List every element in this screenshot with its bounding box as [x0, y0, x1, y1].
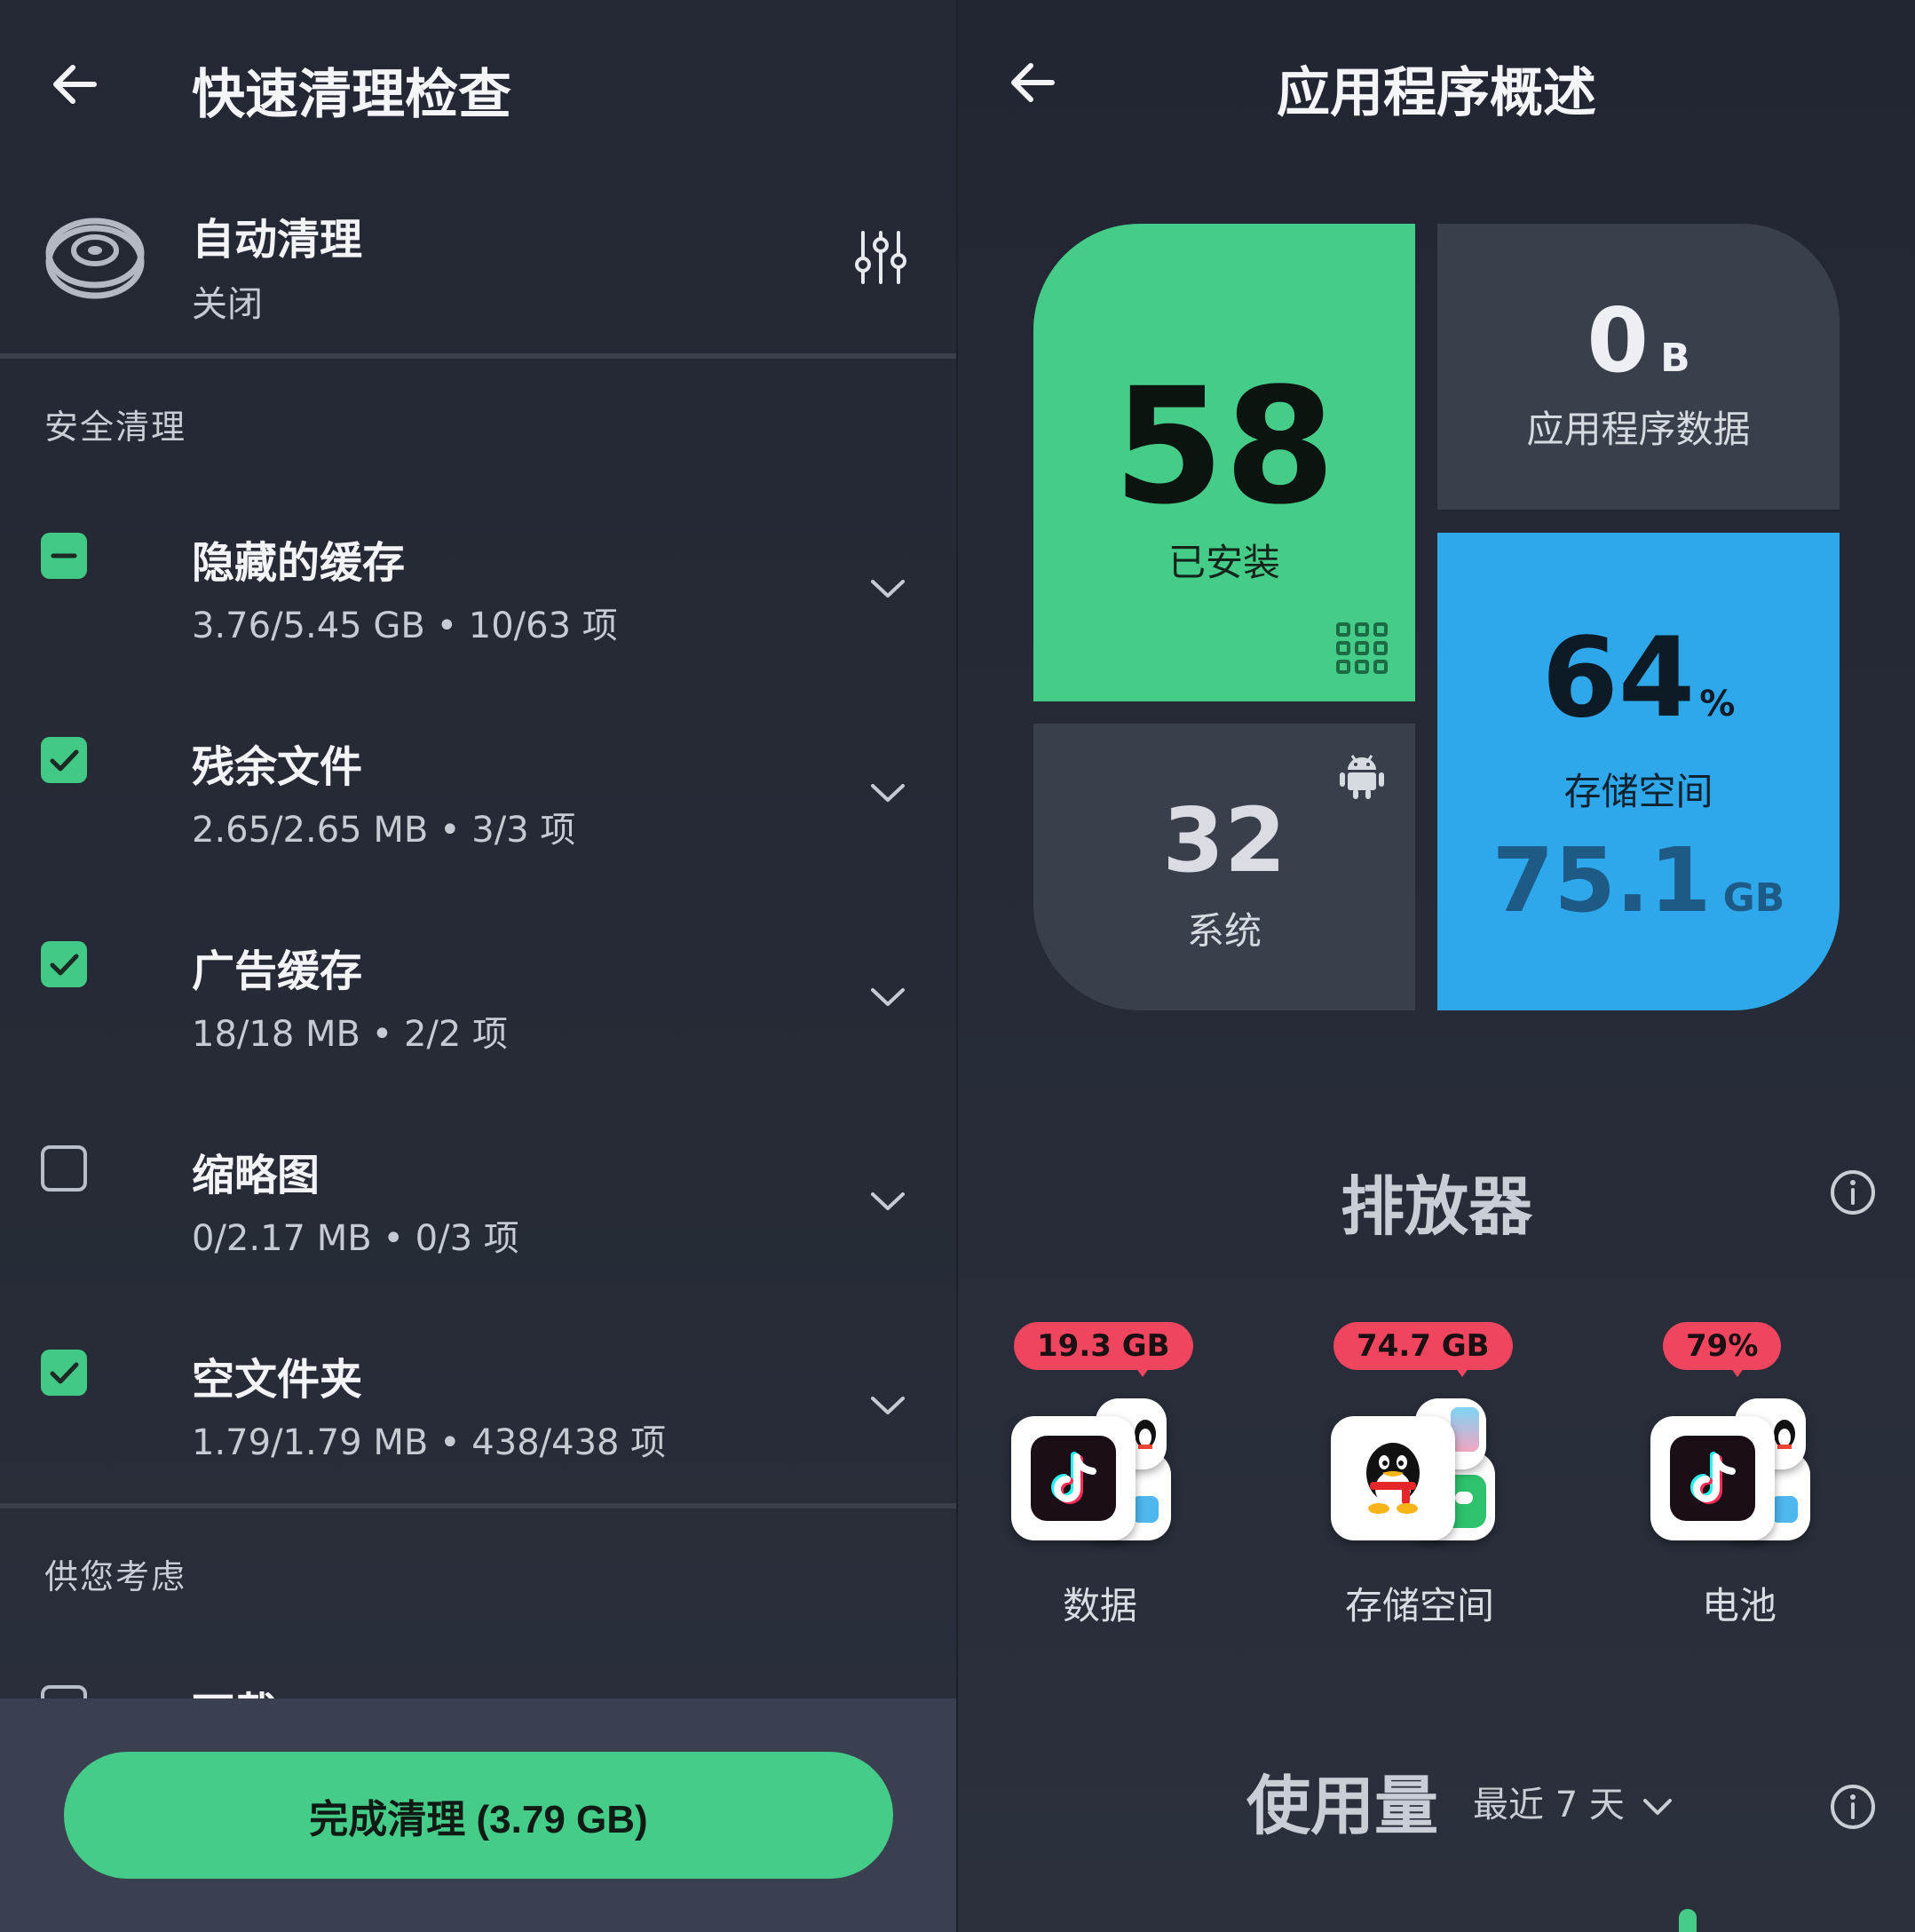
divider [0, 1503, 958, 1508]
check-icon [50, 1362, 79, 1384]
tiktok-icon [1650, 1416, 1775, 1540]
drainer-label: 数据 [1062, 1584, 1137, 1627]
checkbox-checked[interactable] [41, 941, 87, 987]
item-detail: 18/18 MB • 2/2 项 [192, 1014, 509, 1055]
android-icon [1340, 755, 1384, 799]
tiktok-icon [1011, 1416, 1136, 1540]
app-icon-stack [1011, 1398, 1180, 1558]
app-data-value-group: 0 B [1437, 297, 1840, 385]
app-overview-panel: 应用程序概述 58 已安装 0 B 应用程序数据 32 系统 64 % 存储空间… [958, 0, 1915, 1932]
clean-item-residual-files[interactable]: 残余文件 2.65/2.65 MB • 3/3 项 [0, 737, 958, 915]
check-icon [50, 954, 79, 976]
clean-item-ad-cache[interactable]: 广告缓存 18/18 MB • 2/2 项 [0, 941, 958, 1119]
app-icon-stack [1650, 1398, 1819, 1558]
chevron-down-icon [1642, 1799, 1672, 1815]
usage-period-value: 最近 7 天 [1473, 1785, 1625, 1825]
app-data-tile[interactable]: 0 B 应用程序数据 [1437, 224, 1840, 510]
chevron-down-icon[interactable] [866, 566, 910, 611]
item-detail: 2.65/2.65 MB • 3/3 项 [192, 810, 576, 851]
chevron-down-icon[interactable] [866, 975, 910, 1019]
item-detail: 1.79/1.79 MB • 438/438 项 [192, 1422, 667, 1463]
storage-size: 75.1 [1492, 828, 1712, 932]
app-data-value: 0 [1587, 289, 1649, 392]
chevron-down-icon[interactable] [866, 1179, 910, 1223]
drainer-badge: 19.3 GB [1014, 1322, 1193, 1370]
info-icon[interactable] [1829, 1783, 1877, 1831]
item-title: 缩略图 [192, 1151, 320, 1200]
storage-label: 存储空间 [1563, 770, 1713, 813]
auto-clean-status: 关闭 [192, 284, 263, 325]
clean-item-thumbnails[interactable]: 缩略图 0/2.17 MB • 0/3 项 [0, 1145, 958, 1323]
system-label: 系统 [1186, 909, 1262, 953]
clean-item-hidden-cache[interactable]: 隐藏的缓存 3.76/5.45 GB • 10/63 项 [0, 533, 958, 710]
checkbox-checked[interactable] [41, 1350, 87, 1396]
drainer-storage[interactable]: 74.7 GB 存储空间 [1304, 1318, 1535, 1627]
storage-size-group: 75.1 GB [1437, 836, 1840, 925]
storage-size-unit: GB [1722, 875, 1785, 921]
drainer-label: 存储空间 [1344, 1584, 1494, 1627]
drainers-title: 排放器 [1340, 1169, 1532, 1244]
quick-clean-panel: 快速清理检查 自动清理 关闭 安全清理 隐藏的缓存 3.76/5.45 GB •… [0, 0, 958, 1932]
info-icon[interactable] [1829, 1168, 1877, 1216]
storage-tile[interactable]: 64 % 存储空间 75.1 GB [1437, 533, 1840, 1010]
item-title: 广告缓存 [192, 946, 363, 996]
badge-tail [1134, 1365, 1151, 1377]
finish-clean-button[interactable]: 完成清理 (3.79 GB) [64, 1752, 893, 1879]
chevron-down-icon[interactable] [866, 771, 910, 815]
bottom-action-bar: 完成清理 (3.79 GB) [0, 1698, 958, 1932]
grid-icon [1336, 622, 1388, 674]
storage-percent: 64 [1541, 614, 1696, 742]
auto-clean-title: 自动清理 [192, 215, 363, 265]
usage-title: 使用量 [1246, 1769, 1439, 1843]
system-apps-tile[interactable]: 32 系统 [1033, 724, 1415, 1010]
minus-icon [51, 553, 77, 558]
item-title: 隐藏的缓存 [192, 538, 406, 588]
checkbox-partial[interactable] [41, 533, 87, 579]
item-title: 残余文件 [192, 742, 363, 792]
back-arrow-icon[interactable] [44, 53, 107, 115]
qq-icon [1331, 1416, 1455, 1540]
app-data-label: 应用程序数据 [1526, 408, 1751, 451]
page-title: 快速清理检查 [192, 64, 511, 126]
item-title: 空文件夹 [192, 1355, 363, 1405]
section-label-for-consideration: 供您考虑 [44, 1557, 187, 1596]
app-data-unit: B [1660, 336, 1690, 381]
chevron-down-icon[interactable] [866, 1383, 910, 1428]
divider [0, 353, 958, 359]
storage-percent-unit: % [1699, 684, 1736, 724]
page-title: 应用程序概述 [1277, 62, 1596, 124]
settings-sliders-icon[interactable] [852, 229, 909, 286]
section-label-safe-clean: 安全清理 [44, 408, 187, 447]
app-icon-stack [1331, 1398, 1500, 1558]
drainer-badge: 74.7 GB [1333, 1322, 1513, 1370]
drainer-label: 电池 [1701, 1584, 1777, 1627]
check-icon [50, 749, 79, 772]
item-detail: 0/2.17 MB • 0/3 项 [192, 1218, 519, 1259]
checkbox-checked[interactable] [41, 737, 87, 783]
drainer-badge: 79% [1663, 1322, 1782, 1370]
installed-count: 58 [1112, 354, 1336, 540]
installed-label: 已安装 [1167, 541, 1280, 584]
storage-percent-group: 64 % [1437, 623, 1840, 733]
checkbox-unchecked[interactable] [41, 1145, 87, 1192]
drainer-battery[interactable]: 79% 电池 [1624, 1318, 1855, 1627]
usage-chart-bar [1679, 1909, 1697, 1932]
clean-item-empty-folders[interactable]: 空文件夹 1.79/1.79 MB • 438/438 项 [0, 1350, 958, 1527]
system-count: 32 [1162, 788, 1286, 892]
badge-tail [1453, 1365, 1471, 1377]
usage-period-dropdown[interactable]: 最近 7 天 [1473, 1776, 1675, 1827]
item-detail: 3.76/5.45 GB • 10/63 项 [192, 606, 618, 646]
robot-vacuum-icon [45, 218, 145, 299]
installed-apps-tile[interactable]: 58 已安装 [1033, 224, 1415, 701]
badge-tail [1729, 1365, 1746, 1377]
drainer-data[interactable]: 19.3 GB 数据 [985, 1318, 1215, 1627]
